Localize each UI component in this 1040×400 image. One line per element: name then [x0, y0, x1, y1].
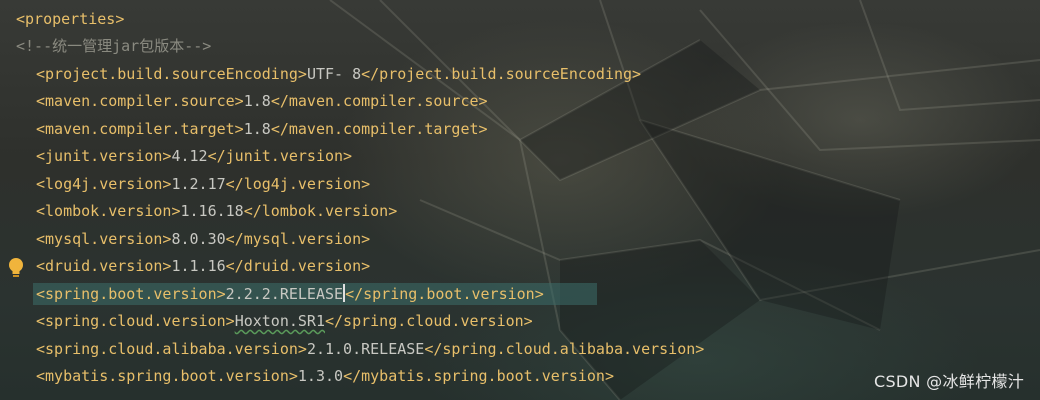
close-tag: </maven.compiler.target>	[270, 120, 488, 138]
close-tag: </mybatis.spring.boot.version>	[343, 367, 614, 385]
code-line-compiler-target[interactable]: <maven.compiler.target>1.8</maven.compil…	[0, 118, 488, 140]
code-line-mysql-version[interactable]: <mysql.version>8.0.30</mysql.version>	[0, 228, 370, 250]
open-tag: <project.build.sourceEncoding>	[36, 65, 307, 83]
open-tag: <druid.version>	[36, 257, 172, 275]
code-line-spring-boot-version[interactable]: <spring.boot.version>2.2.2.RELEASE </spri…	[0, 283, 544, 305]
code-line-source-encoding[interactable]: <project.build.sourceEncoding>UTF- 8</pr…	[0, 63, 641, 85]
tag-value: 1.8	[243, 92, 271, 110]
close-tag: </lombok.version>	[243, 202, 398, 220]
code-line-spring-cloud-alibaba-version[interactable]: <spring.cloud.alibaba.version>2.1.0.RELE…	[0, 338, 704, 360]
close-tag: </spring.cloud.alibaba.version>	[424, 340, 705, 358]
lightbulb-icon[interactable]	[6, 256, 26, 280]
tag-value: 2.2.2.RELEASE	[225, 285, 344, 303]
code-line-compiler-source[interactable]: <maven.compiler.source>1.8</maven.compil…	[0, 90, 488, 112]
tag-value: 8.0.30	[171, 230, 226, 248]
tag-value: 4.12	[171, 147, 208, 165]
open-tag: <spring.boot.version>	[36, 285, 226, 303]
tag-value: 1.1.16	[171, 257, 226, 275]
close-tag: </spring.boot.version>	[345, 285, 544, 303]
open-tag: <spring.cloud.version>	[36, 312, 235, 330]
close-tag: </junit.version>	[207, 147, 353, 165]
tag-value: Hoxton.SR1	[234, 312, 325, 330]
csdn-watermark: CSDN @冰鲜柠檬汁	[873, 372, 1024, 391]
close-tag: </log4j.version>	[225, 175, 371, 193]
open-tag: <mybatis.spring.boot.version>	[36, 367, 298, 385]
code-line-lombok-version[interactable]: <lombok.version>1.16.18</lombok.version>	[0, 200, 397, 222]
open-tag: <spring.cloud.alibaba.version>	[36, 340, 307, 358]
code-line-druid-version[interactable]: <druid.version>1.1.16</druid.version>	[0, 255, 370, 277]
open-tag: <lombok.version>	[36, 202, 181, 220]
open-tag: <mysql.version>	[36, 230, 172, 248]
close-tag: </mysql.version>	[225, 230, 371, 248]
code-line-mybatis-spring-boot-version[interactable]: <mybatis.spring.boot.version>1.3.0</myba…	[0, 365, 614, 387]
close-tag: </druid.version>	[225, 257, 371, 275]
tag-value: 2.1.0.RELEASE	[306, 340, 425, 358]
code-editor[interactable]: <properties> <!--统一管理jar包版本--> <project.…	[0, 0, 1040, 400]
close-tag: </spring.cloud.version>	[325, 312, 533, 330]
tag-value: 1.2.17	[171, 175, 226, 193]
tag-value: 1.8	[243, 120, 271, 138]
open-tag: <maven.compiler.target>	[36, 120, 244, 138]
open-tag: <log4j.version>	[36, 175, 172, 193]
code-line-spring-cloud-version[interactable]: <spring.cloud.version>Hoxton.SR1</spring…	[0, 310, 533, 332]
code-line-log4j-version[interactable]: <log4j.version>1.2.17</log4j.version>	[0, 173, 370, 195]
open-tag: <junit.version>	[36, 147, 172, 165]
open-tag: <maven.compiler.source>	[36, 92, 244, 110]
tag-value: UTF- 8	[306, 65, 362, 83]
code-line-junit-version[interactable]: <junit.version>4.12</junit.version>	[0, 145, 352, 167]
close-tag: </project.build.sourceEncoding>	[361, 65, 642, 83]
tag-value: 1.16.18	[180, 202, 244, 220]
version-comment[interactable]: <!--统一管理jar包版本-->	[0, 35, 211, 57]
properties-open-tag[interactable]: <properties>	[0, 8, 124, 30]
close-tag: </maven.compiler.source>	[270, 92, 488, 110]
tag-value: 1.3.0	[297, 367, 344, 385]
